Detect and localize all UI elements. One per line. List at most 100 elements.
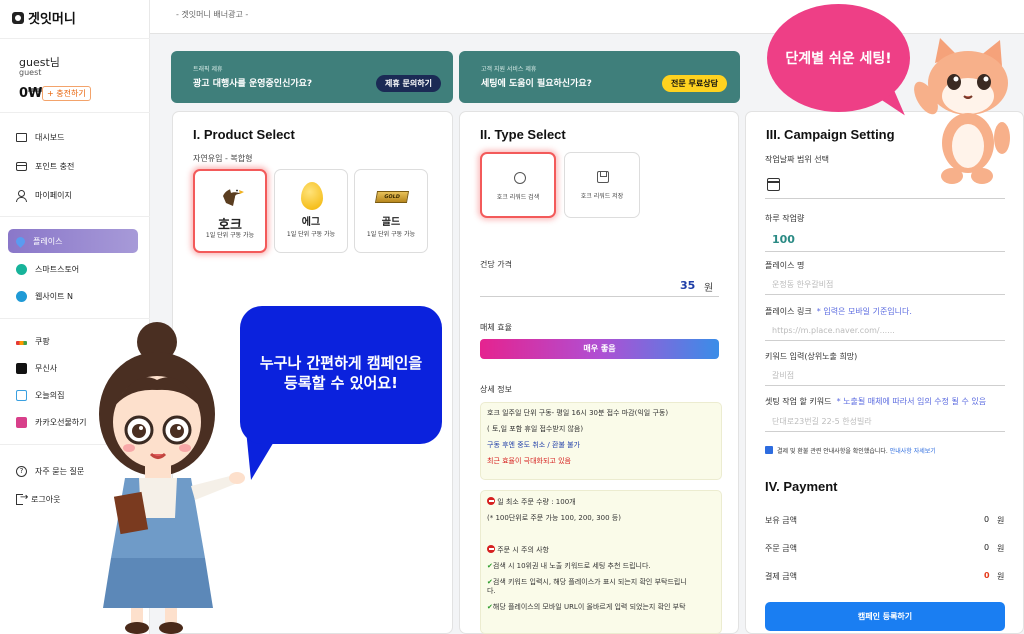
price-label: 건당 가격 — [480, 260, 512, 269]
floppy-icon — [597, 171, 609, 183]
min-order-text: 일 최소 주문 수량 : 100개 — [497, 498, 576, 506]
detail-line: 구동 후엔 중도 취소 / 환불 불가 — [487, 441, 580, 449]
sidebar-item-website[interactable]: 웹사이트 N — [8, 284, 138, 308]
card-icon — [16, 161, 27, 171]
min-order-line: 일 최소 주문 수량 : 100개 — [487, 497, 576, 507]
caution-text: 검색 키워드 입력시, 해당 플레이스가 표시 되는지 확인 부탁드립니 — [492, 578, 687, 586]
product-desc: 1일 단위 구동 가능 — [366, 231, 416, 238]
caution-title: 주문 시 주의 사항 — [497, 546, 549, 554]
place-pin-icon — [14, 234, 27, 248]
daily-amount-value[interactable]: 100 — [772, 233, 795, 246]
divider — [480, 296, 719, 297]
place-name-label: 플레이스 명 — [765, 261, 805, 270]
question-icon: ? — [16, 465, 27, 477]
sidebar-item-place[interactable]: 플레이스 — [8, 229, 138, 253]
sidebar-item-label: 쿠팡 — [35, 336, 50, 346]
gold-bar-icon: GOLD — [374, 191, 410, 203]
product-card-egg[interactable]: 에그 1일 단위 구동 가능 — [274, 169, 348, 253]
detail-line: 최근 효율이 극대화되고 있음 — [487, 457, 571, 465]
daily-amount-label: 하루 작업량 — [765, 214, 805, 223]
charge-button[interactable]: + 충전하기 — [42, 86, 91, 101]
caution-line: ✔검색 키워드 입력시, 해당 플레이스가 표시 되는지 확인 부탁드립니 — [487, 577, 687, 587]
sidebar-item-label: 마이페이지 — [35, 190, 72, 200]
consent-row: 결제 및 환불 관련 안내사항을 확인했습니다. 안내사항 자세보기 — [777, 446, 936, 455]
consent-checkbox[interactable] — [765, 446, 773, 454]
detail-line: ( 토,일 포함 휴일 접수받지 않음) — [487, 425, 584, 433]
user-id: guest — [19, 68, 42, 77]
setting-keyword-note: * 노출될 매체에 따라서 임의 수정 될 수 있음 — [836, 397, 987, 406]
pay-row-label: 주문 금액 — [765, 544, 797, 553]
website-icon — [16, 290, 27, 302]
type-card-search[interactable]: 호크 리워드 검색 — [480, 152, 556, 218]
sidebar-item-label: 스마트스토어 — [35, 264, 80, 274]
register-campaign-button[interactable]: 캠페인 등록하기 — [765, 602, 1005, 631]
free-consult-button[interactable]: 전문 무료상담 — [662, 75, 727, 92]
keyword-input[interactable]: 갈비점 — [765, 366, 1005, 386]
banner-kicker: 고객 지원 서비스 제휴 — [481, 66, 537, 73]
campaign-title: III. Campaign Setting — [766, 127, 895, 142]
place-link-label-row: 플레이스 링크 * 입력은 모바일 기준입니다. — [765, 306, 912, 317]
partnership-inquiry-button[interactable]: 제휴 문의하기 — [376, 75, 441, 92]
caution-line: ✔해당 플레이스의 모바일 URL이 올바르게 입력 되었는지 확인 부탁 — [487, 602, 686, 612]
caution-text: 검색 시 10위권 내 노출 키워드로 세팅 추천 드립니다. — [492, 562, 651, 570]
product-select-title: I. Product Select — [193, 127, 295, 142]
speech-line: 누구나 간편하게 캠페인을 — [259, 354, 423, 372]
speech-line: 등록할 수 있어요! — [284, 374, 398, 392]
sidebar-item-label: 대시보드 — [35, 132, 65, 142]
sidebar-item-label: 플레이스 — [33, 236, 63, 246]
divider — [765, 251, 1005, 252]
sidebar-item-label: 오늘의집 — [35, 390, 65, 400]
caution-title-line: 주문 시 주의 사항 — [487, 545, 549, 555]
type-label: 호크 리워드 검색 — [496, 194, 540, 201]
logout-icon — [16, 492, 28, 505]
pay-row-value: 0 — [984, 543, 990, 552]
setting-keyword-input[interactable]: 단대로23번길 22-5 한성빌라 — [765, 412, 1005, 432]
date-range-label: 작업날짜 범위 선택 — [765, 155, 829, 164]
detail-line: 호크 일주일 단위 구동- 평일 16시 30분 접수 마감(익일 구동) — [487, 409, 669, 417]
banner-kicker: 트래픽 제휴 — [193, 66, 223, 73]
setting-keyword-label: 셋팅 작업 할 키워드 — [765, 397, 832, 406]
detail-info-box: 호크 일주일 단위 구동- 평일 16시 30분 접수 마감(익일 구동) ( … — [480, 402, 722, 480]
sidebar-item-label: 로그아웃 — [31, 494, 61, 504]
logo-icon — [12, 11, 24, 24]
product-name: 골드 — [381, 217, 401, 228]
smartstore-icon — [16, 263, 27, 275]
efficiency-label: 매체 효율 — [480, 323, 512, 332]
sidebar-item-point-charge[interactable]: 포인트 충전 — [8, 154, 138, 178]
app-logo[interactable]: 겟잇머니 — [12, 8, 76, 27]
consent-detail-link[interactable]: 안내사항 자세보기 — [890, 448, 936, 455]
product-card-gold[interactable]: GOLD 골드 1일 단위 구동 가능 — [354, 169, 428, 253]
calendar-icon[interactable] — [767, 178, 780, 191]
divider — [0, 112, 150, 113]
girl-mascot-illustration — [99, 322, 245, 634]
divider — [0, 38, 150, 39]
type-card-save[interactable]: 호크 리워드 저장 — [564, 152, 640, 218]
egg-icon — [301, 182, 323, 210]
place-link-input[interactable]: https://m.place.naver.com/...... — [765, 321, 1005, 341]
sidebar-item-dashboard[interactable]: 대시보드 — [8, 125, 138, 149]
place-name-input[interactable]: 운정동 한우갈비점 — [765, 275, 1005, 295]
banner-ad-text: - 겟잇머니 배너광고 - — [176, 10, 249, 19]
partnership-banner: 트래픽 제휴 광고 대행사를 운영중인신가요? 제휴 문의하기 — [171, 51, 453, 103]
pay-row-value: 0 — [984, 515, 990, 524]
product-card-hawk[interactable]: 호크 1일 단위 구동 가능 — [193, 169, 267, 253]
product-desc: 1일 단위 구동 가능 — [205, 232, 255, 239]
product-name: 에그 — [301, 217, 321, 228]
sidebar-item-label: 카카오선물하기 — [35, 417, 87, 427]
sidebar-item-label: 포인트 충전 — [35, 161, 75, 171]
musinsa-icon — [16, 362, 27, 374]
ohouse-icon — [16, 389, 27, 401]
divider — [0, 216, 150, 217]
pay-row-unit: 원 — [997, 572, 1005, 581]
efficiency-badge: 매우 좋음 — [480, 339, 719, 359]
product-category-label: 자연유입 - 복합형 — [193, 154, 253, 163]
place-link-note: * 입력은 모바일 기준입니다. — [816, 307, 912, 316]
type-select-title: II. Type Select — [480, 127, 566, 142]
sidebar-item-label: 웹사이트 N — [35, 291, 73, 301]
sidebar-item-mypage[interactable]: 마이페이지 — [8, 183, 138, 207]
caution-text: 해당 플레이스의 모바일 URL이 올바르게 입력 되었는지 확인 부탁 — [492, 603, 686, 611]
min-order-note: (* 100단위로 주문 가능 100, 200, 300 등) — [487, 514, 621, 522]
sidebar-item-smartstore[interactable]: 스마트스토어 — [8, 257, 138, 281]
price-unit: 원 — [704, 283, 714, 294]
pay-row-label: 결제 금액 — [765, 572, 797, 581]
